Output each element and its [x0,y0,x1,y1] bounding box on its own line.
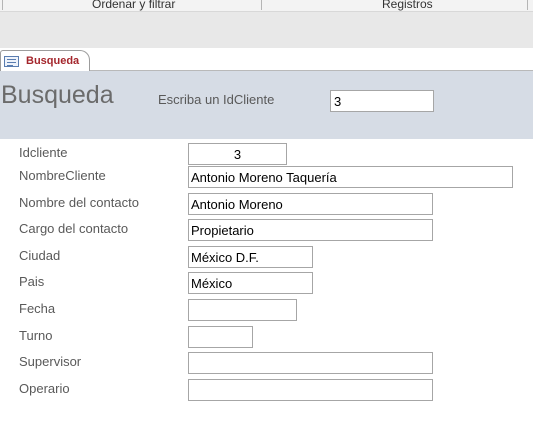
form-header: Busqueda Escriba un IdCliente 3 [0,71,533,139]
ciudad-label: Ciudad [19,248,61,263]
ribbon-separator [2,0,3,10]
ribbon-separator [261,0,262,10]
nombrecliente-label: NombreCliente [19,168,106,183]
idcliente-search-input[interactable]: 3 [330,90,434,112]
idcliente-label: Idcliente [19,145,68,160]
ribbon-group-records: Registros [382,0,433,11]
tab-label: Busqueda [26,55,80,67]
form-icon [4,56,19,67]
turno-label: Turno [19,328,53,343]
operario-field[interactable] [188,379,433,401]
pais-field[interactable]: México [188,272,313,294]
ribbon-group-labels: Ordenar y filtrar Registros [0,0,533,11]
document-tab-strip: Busqueda [0,48,533,72]
fecha-field[interactable] [188,299,297,321]
ribbon-separator [527,0,528,10]
fecha-label: Fecha [19,301,56,316]
supervisor-field[interactable] [188,352,433,374]
operario-label: Operario [19,381,70,396]
cargo-contacto-label: Cargo del contacto [19,221,129,236]
ribbon-area [0,11,533,48]
tab-busqueda[interactable]: Busqueda [0,50,90,72]
turno-field[interactable] [188,326,253,348]
nombrecliente-field[interactable]: Antonio Moreno Taquería [188,166,513,188]
nombre-contacto-label: Nombre del contacto [19,195,139,210]
ciudad-field[interactable]: México D.F. [188,246,313,268]
ribbon-group-sort-filter: Ordenar y filtrar [92,0,176,11]
supervisor-label: Supervisor [19,354,82,369]
search-label: Escriba un IdCliente [158,92,275,107]
nombre-contacto-field[interactable]: Antonio Moreno [188,193,433,215]
pais-label: Pais [19,274,45,289]
idcliente-field[interactable]: 3 [188,143,287,165]
cargo-contacto-field[interactable]: Propietario [188,219,433,241]
form-title: Busqueda [1,81,114,109]
